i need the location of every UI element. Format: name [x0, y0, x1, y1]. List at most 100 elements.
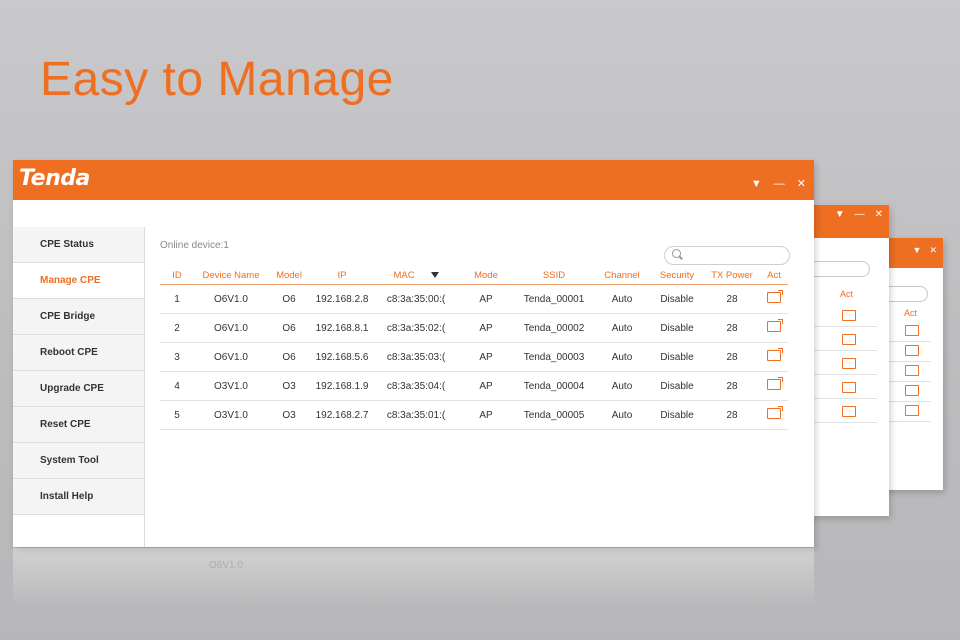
table-cell: O6V1.0: [194, 313, 268, 343]
column-header-ip[interactable]: IP: [310, 266, 374, 285]
minimize-icon[interactable]: —: [855, 209, 865, 220]
table-cell: Tenda_00003: [514, 342, 594, 372]
table-cell: AP: [458, 400, 514, 430]
column-header-label: Mode: [474, 269, 498, 281]
column-header-model[interactable]: Model: [268, 266, 310, 285]
table-row[interactable]: 2 O6V1.0 O6 192.168.8.1 c8:3a:35:02:(AP Tenda…: [160, 313, 788, 343]
column-header-label: Device Name: [202, 269, 260, 281]
search-input[interactable]: [664, 246, 790, 265]
table-cell: c8:3a:35:00:(: [374, 284, 458, 314]
main-content: Online device:1 ID Device Name Model IP MAC M…: [158, 234, 798, 534]
sidebar-item-manage-cpe[interactable]: Manage CPE: [13, 263, 144, 299]
table-cell: c8:3a:35:01:(: [374, 400, 458, 430]
edit-icon[interactable]: [767, 377, 783, 390]
table-cell: 28: [704, 371, 760, 401]
column-header-ssid[interactable]: SSID: [514, 266, 594, 285]
table-cell: 28: [704, 284, 760, 314]
sort-desc-icon[interactable]: [430, 271, 439, 278]
table-row[interactable]: 4 O3V1.0 O3 192.168.1.9 c8:3a:35:04:(AP Tenda…: [160, 371, 788, 401]
act-cell: [760, 371, 788, 401]
main-window: Tenda ▼ — ✕ CPE Status Manage CPE CPE Brid…: [13, 160, 814, 547]
edit-icon[interactable]: [842, 382, 856, 393]
sidebar-item-reboot-cpe[interactable]: Reboot CPE: [13, 335, 144, 371]
table-cell: Disable: [650, 342, 704, 372]
column-header-act[interactable]: Act: [760, 266, 788, 285]
sidebar-item-system-tool[interactable]: System Tool: [13, 443, 144, 479]
minimize-icon[interactable]: —: [774, 179, 785, 190]
column-header-mode[interactable]: Mode: [458, 266, 514, 285]
column-header-label: TX Power: [711, 269, 753, 281]
background-window-3: ▼ ✕ Act: [880, 238, 943, 490]
table-cell: Tenda_00004: [514, 371, 594, 401]
table-cell: Auto: [594, 313, 650, 343]
column-header-mac[interactable]: MAC: [374, 266, 458, 285]
act-column-header: Act: [840, 289, 854, 299]
search-input[interactable]: [808, 261, 870, 277]
table-cell: O3: [268, 400, 310, 430]
table-cell: Tenda_00005: [514, 400, 594, 430]
table-cell: O3: [268, 371, 310, 401]
table-cell: Disable: [650, 371, 704, 401]
table-cell: Disable: [650, 313, 704, 343]
device-table: ID Device Name Model IP MAC Mode SSID Channel Se…: [160, 266, 788, 430]
table-cell: Auto: [594, 400, 650, 430]
online-device-count: Online device:1: [160, 240, 229, 251]
table-row[interactable]: 5 O3V1.0 O3 192.168.2.7 c8:3a:35:01:(AP Tenda…: [160, 400, 788, 430]
sidebar-item-cpe-bridge[interactable]: CPE Bridge: [13, 299, 144, 335]
table-cell: 192.168.8.1: [310, 313, 374, 343]
table-cell: AP: [458, 342, 514, 372]
edit-icon[interactable]: [842, 334, 856, 345]
edit-icon[interactable]: [767, 348, 783, 361]
close-icon[interactable]: ✕: [929, 245, 937, 256]
sidebar-item-reset-cpe[interactable]: Reset CPE: [13, 407, 144, 443]
background-window-2: ▼ — ✕ Act: [808, 205, 889, 516]
edit-icon[interactable]: [842, 358, 856, 369]
edit-icon[interactable]: [905, 405, 919, 416]
column-header-channel[interactable]: Channel: [594, 266, 650, 285]
table-row[interactable]: 3 O6V1.0 O6 192.168.5.6 c8:3a:35:03:(AP Tenda…: [160, 342, 788, 372]
edit-icon[interactable]: [767, 319, 783, 332]
headline: Easy to Manage: [40, 53, 394, 106]
edit-icon[interactable]: [905, 345, 919, 356]
table-cell: 28: [704, 400, 760, 430]
column-header-tx-power[interactable]: TX Power: [704, 266, 760, 285]
minimize-icon[interactable]: ▼: [751, 179, 762, 190]
column-header-security[interactable]: Security: [650, 266, 704, 285]
app-logo: Tenda: [19, 166, 90, 191]
table-cell: Disable: [650, 400, 704, 430]
edit-icon[interactable]: [767, 406, 783, 419]
row-divider: [808, 326, 877, 327]
table-cell: O6: [268, 313, 310, 343]
minimize-icon[interactable]: ▼: [913, 245, 922, 256]
edit-icon[interactable]: [905, 365, 919, 376]
row-divider: [808, 374, 877, 375]
table-cell: Tenda_00001: [514, 284, 594, 314]
column-header-label: Act: [767, 269, 781, 281]
table-cell: AP: [458, 313, 514, 343]
table-cell: 192.168.2.8: [310, 284, 374, 314]
column-header-label: Security: [659, 269, 695, 281]
edit-icon[interactable]: [905, 325, 919, 336]
table-cell: 1: [160, 284, 194, 314]
close-icon[interactable]: ✕: [797, 179, 806, 190]
edit-icon[interactable]: [905, 385, 919, 396]
column-header-id[interactable]: ID: [160, 266, 194, 285]
column-header-label: MAC: [393, 269, 415, 281]
column-header-label: IP: [337, 269, 347, 281]
table-cell: 5: [160, 400, 194, 430]
minimize-icon[interactable]: ▼: [835, 209, 845, 220]
edit-icon[interactable]: [842, 310, 856, 321]
table-cell: Auto: [594, 342, 650, 372]
table-cell: O6: [268, 342, 310, 372]
close-icon[interactable]: ✕: [875, 209, 883, 220]
act-cell: [760, 313, 788, 343]
edit-icon[interactable]: [842, 406, 856, 417]
sidebar-item-cpe-status[interactable]: CPE Status: [13, 227, 144, 263]
table-row[interactable]: 1 O6V1.0 O6 192.168.2.8 c8:3a:35:00:(AP Tenda…: [160, 284, 788, 314]
edit-icon[interactable]: [767, 290, 783, 303]
reflection: O6V1.0: [13, 548, 814, 608]
column-header-device-name[interactable]: Device Name: [194, 266, 268, 285]
sidebar-item-install-help[interactable]: Install Help: [13, 479, 144, 515]
row-divider: [808, 398, 877, 399]
sidebar-item-upgrade-cpe[interactable]: Upgrade CPE: [13, 371, 144, 407]
